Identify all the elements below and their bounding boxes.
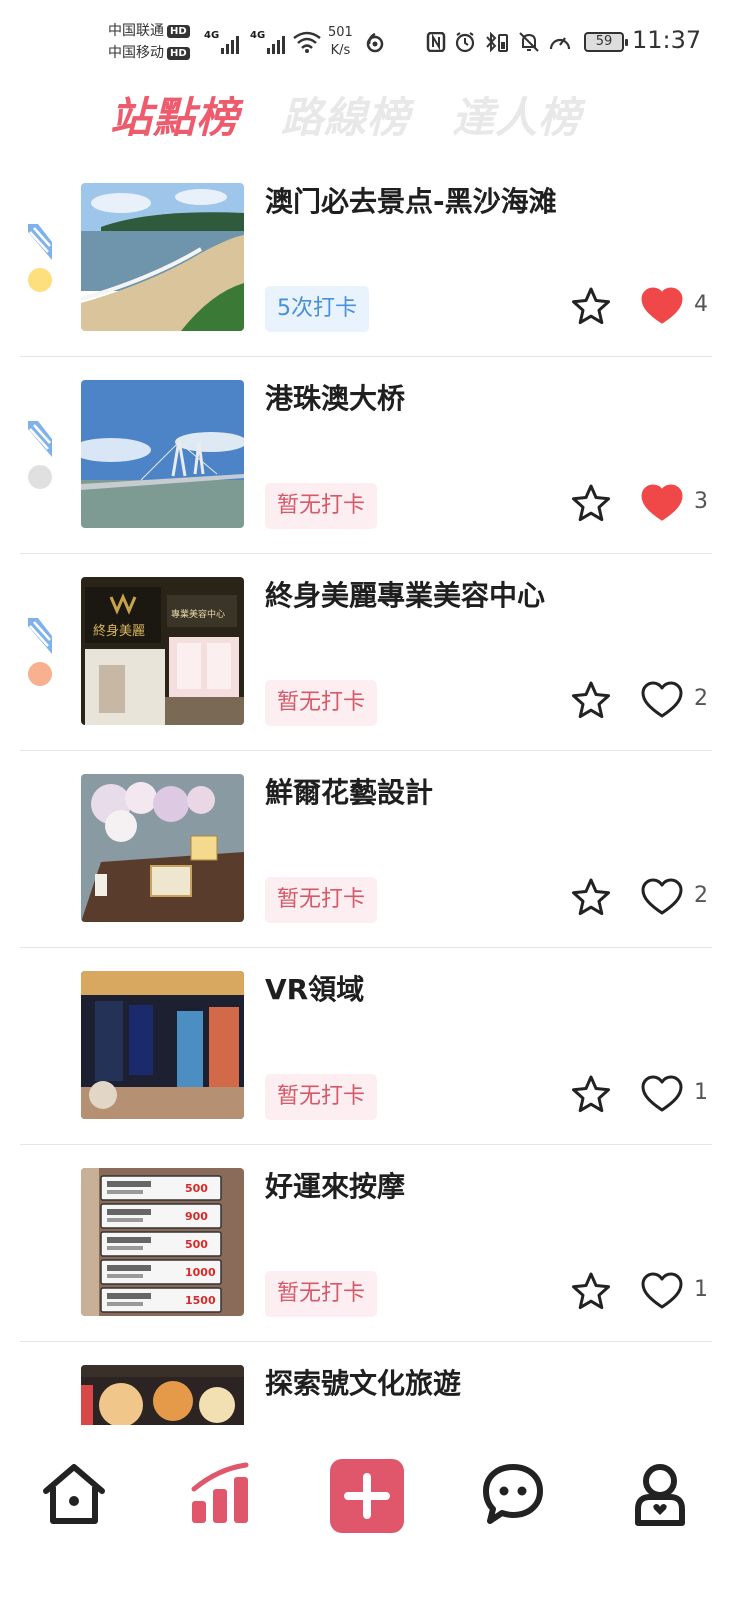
list-item[interactable]: 鮮爾花藝設計暂无打卡 2	[0, 751, 748, 948]
like-count: 1	[694, 1080, 708, 1105]
place-title[interactable]: 好運來按摩	[265, 1167, 405, 1207]
hd-badge: HD	[167, 25, 190, 38]
svg-text:專業美容中心: 專業美容中心	[171, 608, 225, 620]
tab-station-ranking[interactable]: 站點榜	[110, 88, 239, 148]
list-item[interactable]: 港珠澳大桥暂无打卡 3	[0, 357, 748, 554]
place-title[interactable]: 港珠澳大桥	[265, 379, 405, 419]
rank-medal	[26, 222, 56, 294]
like-count: 2	[694, 686, 708, 711]
like-heart-icon[interactable]	[640, 1271, 684, 1311]
svg-text:1500: 1500	[185, 1294, 216, 1307]
place-thumbnail[interactable]: 500 900 500 1000 1500	[81, 1168, 244, 1316]
checkin-badge: 暂无打卡	[265, 483, 378, 529]
ranking-list: 澳门必去景点-黑沙海滩 5次打卡 4 港珠澳大桥暂无打卡 3 終身美麗 專業美容中…	[0, 160, 748, 1425]
bottom-nav	[0, 1425, 748, 1600]
place-title[interactable]: 探索號文化旅遊	[265, 1364, 461, 1404]
like-heart-icon[interactable]	[640, 286, 684, 326]
rank-ribbon-icon	[28, 618, 52, 654]
checkin-badge: 5次打卡	[265, 286, 369, 332]
favorite-star-icon[interactable]	[570, 285, 612, 327]
clock: 11:37	[632, 26, 702, 54]
like-heart-icon[interactable]	[640, 877, 684, 917]
wifi-icon	[293, 31, 321, 53]
svg-text:500: 500	[185, 1238, 208, 1251]
like-count: 3	[694, 489, 708, 514]
svg-text:終身美麗: 終身美麗	[93, 623, 145, 639]
tab-expert-ranking[interactable]: 達人榜	[452, 88, 581, 148]
place-thumbnail[interactable]	[81, 380, 244, 528]
favorite-star-icon[interactable]	[570, 1270, 612, 1312]
tab-route-ranking[interactable]: 路線榜	[281, 88, 410, 148]
like-count: 4	[694, 292, 708, 317]
medal-icon	[28, 465, 52, 489]
place-title[interactable]: 鮮爾花藝設計	[265, 773, 433, 813]
list-item[interactable]: 澳门必去景点-黑沙海滩 5次打卡 4	[0, 160, 748, 357]
favorite-star-icon[interactable]	[570, 679, 612, 721]
checkin-badge: 暂无打卡	[265, 1271, 378, 1317]
signal-icon: 4G	[250, 30, 287, 54]
ranking-icon[interactable]	[188, 1461, 252, 1527]
profile-icon[interactable]	[632, 1461, 688, 1527]
add-button[interactable]	[330, 1459, 404, 1533]
carrier-1: 中国联通	[108, 23, 164, 39]
app-notification-icon	[366, 32, 384, 53]
checkin-badge: 暂无打卡	[265, 680, 378, 726]
like-count: 2	[694, 883, 708, 908]
battery-indicator: 59	[584, 32, 628, 52]
svg-text:1000: 1000	[185, 1266, 216, 1279]
rank-ribbon-icon	[28, 224, 52, 260]
rank-medal	[26, 616, 56, 688]
status-bar: 中国联通 HD 中国移动 HD 4G 4G 501 K/s 59 11:37	[0, 0, 748, 82]
home-icon[interactable]	[40, 1461, 108, 1527]
rank-ribbon-icon	[28, 421, 52, 457]
checkin-badge: 暂无打卡	[265, 877, 378, 923]
like-count: 1	[694, 1277, 708, 1302]
place-thumbnail[interactable]	[81, 774, 244, 922]
plus-icon	[344, 1473, 390, 1519]
status-icons	[364, 28, 580, 56]
list-item[interactable]: 終身美麗 專業美容中心 終身美麗專業美容中心 暂无打卡 2	[0, 554, 748, 751]
place-title[interactable]: VR領域	[265, 970, 364, 1010]
net-speed: 501 K/s	[328, 25, 353, 58]
svg-text:500: 500	[185, 1182, 208, 1195]
place-title[interactable]: 終身美麗專業美容中心	[265, 576, 545, 616]
checkin-badge: 暂无打卡	[265, 1074, 378, 1120]
medal-icon	[28, 268, 52, 292]
signal-icon: 4G	[204, 30, 241, 54]
ranking-tabs: 站點榜 路線榜 達人榜	[110, 88, 623, 148]
medal-icon	[28, 662, 52, 686]
carrier-2: 中国移动	[108, 45, 164, 61]
place-thumbnail[interactable]	[81, 1365, 244, 1425]
like-heart-icon[interactable]	[640, 1074, 684, 1114]
bluetooth-battery-icon	[486, 31, 508, 53]
list-item[interactable]: 500 900 500 1000 1500 好運來按摩暂无打卡 1	[0, 1145, 748, 1342]
nfc-icon	[426, 32, 446, 52]
mute-icon	[519, 32, 539, 52]
like-heart-icon[interactable]	[640, 680, 684, 720]
place-thumbnail[interactable]: 終身美麗 專業美容中心	[81, 577, 244, 725]
like-heart-icon[interactable]	[640, 483, 684, 523]
chat-icon[interactable]	[482, 1461, 544, 1527]
alarm-icon	[455, 32, 475, 53]
rank-medal	[26, 419, 56, 491]
place-title[interactable]: 澳门必去景点-黑沙海滩	[265, 182, 557, 222]
carrier-info: 中国联通 HD 中国移动 HD	[108, 20, 190, 64]
favorite-star-icon[interactable]	[570, 482, 612, 524]
speed-icon	[549, 37, 571, 50]
favorite-star-icon[interactable]	[570, 1073, 612, 1115]
place-thumbnail[interactable]	[81, 971, 244, 1119]
svg-text:900: 900	[185, 1210, 208, 1223]
favorite-star-icon[interactable]	[570, 876, 612, 918]
hd-badge: HD	[167, 47, 190, 60]
list-item[interactable]: VR領域暂无打卡 1	[0, 948, 748, 1145]
place-thumbnail[interactable]	[81, 183, 244, 331]
list-item[interactable]: 探索號文化旅遊	[0, 1342, 748, 1425]
